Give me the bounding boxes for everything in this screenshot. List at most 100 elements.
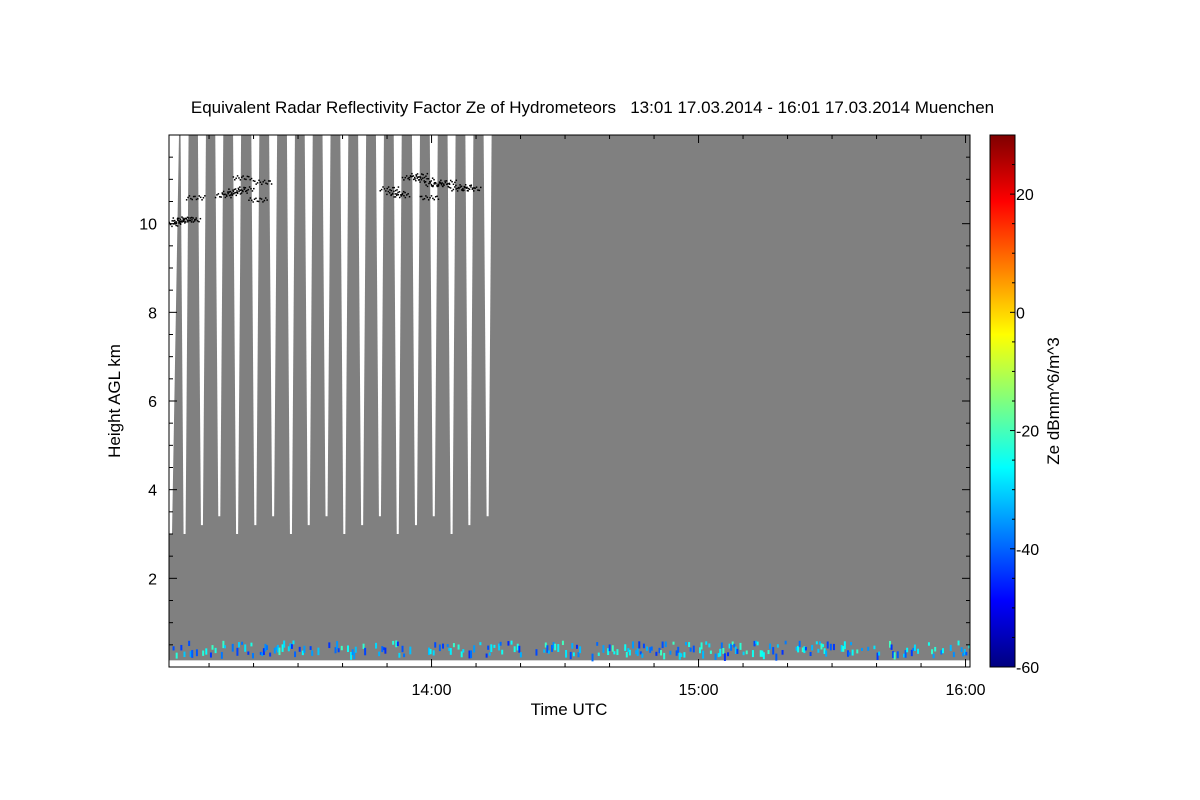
low-echo bbox=[677, 646, 680, 654]
cirrus-echo bbox=[430, 180, 432, 182]
cirrus-echo bbox=[459, 184, 461, 186]
cirrus-echo bbox=[191, 219, 193, 221]
low-echo bbox=[960, 647, 963, 652]
low-echo bbox=[202, 650, 205, 656]
low-echo bbox=[784, 640, 787, 645]
low-echo bbox=[680, 653, 683, 658]
low-echo bbox=[490, 644, 493, 653]
cirrus-echo bbox=[204, 195, 206, 197]
cirrus-echo bbox=[177, 217, 179, 220]
low-echo bbox=[873, 645, 876, 650]
low-echo bbox=[655, 651, 658, 656]
low-echo bbox=[403, 653, 406, 658]
cirrus-echo bbox=[176, 225, 179, 227]
cirrus-echo bbox=[185, 199, 188, 201]
cirrus-echo bbox=[433, 198, 436, 201]
cirrus-echo bbox=[249, 197, 252, 199]
cirrus-echo bbox=[229, 194, 232, 196]
cirrus-echo bbox=[463, 189, 465, 191]
low-echo bbox=[723, 653, 726, 661]
cirrus-echo bbox=[388, 192, 391, 194]
cirrus-echo bbox=[408, 195, 411, 198]
low-echo bbox=[401, 645, 404, 653]
low-echo bbox=[438, 644, 441, 652]
cirrus-echo bbox=[178, 220, 180, 222]
cirrus-echo bbox=[390, 189, 393, 192]
cirrus-echo bbox=[430, 183, 433, 186]
cirrus-echo bbox=[403, 179, 405, 181]
cirrus-echo bbox=[448, 186, 450, 189]
cirrus-echo bbox=[462, 187, 464, 190]
low-echo bbox=[547, 650, 550, 654]
cirrus-echo bbox=[420, 195, 423, 198]
colorbar-title: Ze dBmm^6/m^3 bbox=[1044, 337, 1063, 464]
low-echo bbox=[913, 644, 916, 651]
cirrus-echo bbox=[195, 217, 197, 219]
cirrus-echo bbox=[166, 221, 168, 223]
cirrus-echo bbox=[232, 176, 235, 178]
cirrus-echo bbox=[447, 183, 449, 185]
low-echo bbox=[220, 651, 223, 659]
low-echo bbox=[278, 647, 281, 656]
cirrus-echo bbox=[437, 183, 439, 186]
low-echo bbox=[850, 642, 853, 646]
low-echo bbox=[624, 644, 627, 651]
low-echo bbox=[636, 648, 639, 656]
cirrus-echo bbox=[393, 186, 395, 189]
low-echo bbox=[180, 644, 183, 651]
cirrus-echo bbox=[397, 191, 399, 194]
cirrus-echo bbox=[451, 190, 453, 192]
cirrus-echo bbox=[216, 194, 218, 196]
cirrus-echo bbox=[387, 186, 390, 188]
cirrus-echo bbox=[460, 185, 463, 188]
cirrus-echo bbox=[392, 193, 394, 195]
low-echo bbox=[211, 645, 214, 650]
cirrus-echo bbox=[427, 178, 430, 180]
cirrus-echo bbox=[192, 217, 194, 219]
cirrus-echo bbox=[470, 184, 473, 186]
cirrus-echo bbox=[426, 196, 429, 199]
low-echo bbox=[336, 641, 339, 649]
low-echo bbox=[776, 644, 779, 648]
low-echo bbox=[457, 644, 460, 650]
low-echo bbox=[860, 647, 863, 651]
cirrus-echo bbox=[408, 176, 410, 179]
colorbar-tick-label: -60 bbox=[1016, 660, 1039, 677]
cirrus-echo bbox=[232, 189, 234, 191]
low-echo bbox=[952, 651, 955, 658]
cirrus-echo bbox=[235, 177, 237, 180]
cirrus-echo bbox=[386, 193, 388, 196]
low-echo bbox=[832, 643, 835, 651]
cirrus-echo bbox=[248, 186, 251, 188]
low-echo bbox=[692, 645, 695, 653]
low-echo bbox=[519, 652, 522, 658]
cirrus-echo bbox=[234, 179, 236, 181]
low-echo bbox=[518, 645, 521, 653]
cirrus-echo bbox=[254, 180, 256, 183]
low-echo bbox=[183, 651, 186, 658]
low-echo bbox=[251, 653, 254, 659]
low-echo bbox=[608, 644, 611, 652]
cirrus-echo bbox=[429, 182, 432, 184]
cirrus-echo bbox=[258, 200, 260, 203]
low-echo bbox=[364, 647, 367, 656]
cirrus-echo bbox=[379, 189, 381, 192]
low-echo bbox=[409, 646, 412, 655]
cirrus-echo bbox=[432, 185, 434, 188]
low-echo bbox=[303, 645, 306, 653]
cirrus-echo bbox=[250, 177, 253, 180]
low-echo bbox=[375, 642, 378, 649]
low-echo bbox=[328, 642, 331, 649]
low-echo bbox=[822, 644, 825, 648]
cirrus-echo bbox=[418, 176, 420, 178]
cirrus-echo bbox=[405, 175, 408, 177]
cirrus-echo bbox=[469, 184, 471, 187]
low-echo bbox=[473, 645, 476, 653]
low-echo bbox=[684, 642, 687, 646]
cirrus-echo bbox=[380, 188, 383, 191]
low-echo bbox=[817, 648, 820, 653]
cirrus-echo bbox=[194, 195, 196, 198]
low-echo bbox=[917, 648, 920, 654]
low-echo bbox=[591, 653, 594, 662]
cirrus-echo bbox=[397, 186, 400, 188]
